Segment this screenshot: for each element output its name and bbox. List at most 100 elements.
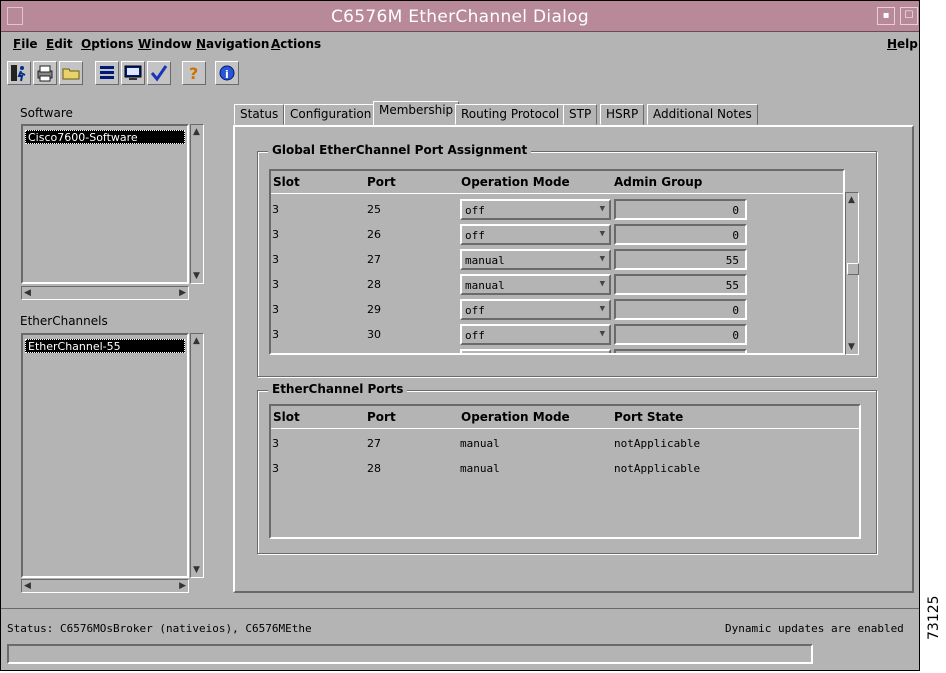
column-slot[interactable]: Slot	[273, 410, 300, 424]
operation-mode-dropdown[interactable]	[460, 349, 611, 353]
menu-bar: File Edit Options Window Navigation Acti…	[1, 32, 919, 56]
scroll-up-icon[interactable]: ▲	[193, 336, 200, 346]
column-port-state[interactable]: Port State	[614, 410, 683, 424]
dropdown-arrow-icon: ▼	[599, 254, 605, 264]
status-text: Status: C6576MOsBroker (nativeios), C657…	[7, 622, 312, 635]
menu-options[interactable]: Options	[81, 37, 134, 51]
scroll-right-icon[interactable]: ▶	[179, 581, 186, 591]
monitor-button[interactable]	[121, 61, 145, 85]
scroll-right-icon[interactable]: ▶	[179, 288, 186, 298]
column-operation-mode[interactable]: Operation Mode	[461, 175, 570, 189]
operation-mode-dropdown[interactable]: off ▼	[460, 324, 611, 345]
etherchannel-ports-table[interactable]: Slot Port Operation Mode Port State 3 27…	[269, 404, 861, 539]
etherchannels-label: EtherChannels	[20, 314, 108, 328]
operation-mode-cell: manual	[460, 462, 500, 475]
operation-mode-dropdown[interactable]: off ▼	[460, 224, 611, 245]
column-operation-mode[interactable]: Operation Mode	[461, 410, 570, 424]
help-icon: ?	[189, 64, 198, 83]
etherchannel-ports-group: EtherChannel Ports Slot Port Operation M…	[257, 382, 877, 554]
etherchannel-list-item[interactable]: EtherChannel-55	[25, 339, 185, 353]
operation-mode-dropdown[interactable]: off ▼	[460, 299, 611, 320]
scroll-left-icon[interactable]: ◀	[24, 288, 31, 298]
print-button[interactable]	[33, 61, 57, 85]
scroll-down-icon[interactable]: ▼	[848, 342, 855, 352]
open-button[interactable]	[59, 61, 83, 85]
port-cell: 28	[367, 462, 381, 475]
software-vertical-scrollbar[interactable]: ▲ ▼	[190, 124, 204, 284]
operation-mode-cell: manual	[460, 437, 500, 450]
column-port[interactable]: Port	[367, 175, 396, 189]
svg-text:i: i	[225, 68, 229, 81]
progress-bar	[7, 644, 813, 664]
admin-group-field[interactable]: 55	[614, 274, 747, 295]
column-port[interactable]: Port	[367, 410, 396, 424]
info-button[interactable]: i	[215, 61, 239, 85]
menu-actions[interactable]: Actions	[271, 37, 321, 51]
maximize-button[interactable]: ☐	[900, 7, 918, 25]
admin-group-field[interactable]: 0	[614, 224, 747, 245]
help-button[interactable]: ?	[182, 61, 206, 85]
scroll-thumb[interactable]	[847, 263, 859, 275]
scroll-down-icon[interactable]: ▼	[193, 565, 200, 575]
scroll-left-icon[interactable]: ◀	[24, 581, 31, 591]
etherchannels-list[interactable]: EtherChannel-55	[21, 333, 189, 578]
tab-additional-notes[interactable]: Additional Notes	[647, 104, 758, 125]
port-cell: 28	[367, 278, 381, 291]
status-bar: Status: C6576MOsBroker (nativeios), C657…	[1, 608, 919, 671]
operation-mode-dropdown[interactable]: manual ▼	[460, 274, 611, 295]
menu-file-label: ile	[21, 37, 38, 51]
column-slot[interactable]: Slot	[273, 175, 300, 189]
menu-window-label: indow	[151, 37, 192, 51]
operation-mode-dropdown[interactable]: manual ▼	[460, 249, 611, 270]
info-icon: i	[219, 65, 235, 81]
menu-help-label: elp	[897, 37, 918, 51]
menu-window[interactable]: Window	[138, 37, 192, 51]
menu-file[interactable]: File	[13, 37, 38, 51]
operation-mode-dropdown[interactable]: off ▼	[460, 199, 611, 220]
scroll-down-icon[interactable]: ▼	[193, 271, 200, 281]
menu-edit[interactable]: Edit	[46, 37, 73, 51]
scroll-up-icon[interactable]: ▲	[193, 127, 200, 137]
tab-stp[interactable]: STP	[563, 104, 598, 125]
menu-options-mnemonic: O	[81, 37, 92, 51]
port-cell: 27	[367, 437, 381, 450]
operation-mode-value: off	[465, 204, 485, 217]
software-list-item[interactable]: Cisco7600-Software	[25, 130, 185, 144]
global-assignment-table[interactable]: Slot Port Operation Mode Admin Group 3 2…	[269, 169, 845, 355]
tab-routing-protocol[interactable]: Routing Protocol	[455, 104, 566, 125]
admin-group-field[interactable]	[614, 349, 747, 353]
exit-button[interactable]	[7, 61, 31, 85]
title-bar[interactable]: C6576M EtherChannel Dialog ▪ ☐	[1, 1, 919, 32]
operation-mode-value: manual	[465, 279, 505, 292]
port-cell: 29	[367, 303, 381, 316]
admin-group-field[interactable]: 0	[614, 299, 747, 320]
scroll-up-icon[interactable]: ▲	[848, 195, 855, 205]
software-horizontal-scrollbar[interactable]: ◀ ▶	[21, 286, 189, 300]
menu-navigation[interactable]: Navigation	[196, 37, 269, 51]
admin-group-field[interactable]: 0	[614, 199, 747, 220]
minimize-button[interactable]: ▪	[877, 7, 895, 25]
column-admin-group[interactable]: Admin Group	[614, 175, 702, 189]
menu-edit-label: dit	[54, 37, 73, 51]
tab-membership[interactable]: Membership	[373, 101, 460, 126]
slot-cell: 3	[272, 228, 279, 241]
dropdown-arrow-icon: ▼	[599, 329, 605, 339]
admin-group-field[interactable]: 0	[614, 324, 747, 345]
menu-help[interactable]: Help	[887, 37, 918, 51]
etherchannels-horizontal-scrollbar[interactable]: ◀ ▶	[21, 579, 189, 593]
assignment-vertical-scrollbar[interactable]: ▲ ▼	[845, 192, 859, 355]
tab-status[interactable]: Status	[234, 104, 285, 125]
tab-configuration[interactable]: Configuration	[284, 104, 378, 125]
etherchannel-ports-title: EtherChannel Ports	[268, 382, 408, 396]
list-view-button[interactable]	[95, 61, 119, 85]
menu-actions-mnemonic: A	[271, 37, 281, 51]
tab-hsrp[interactable]: HSRP	[600, 104, 645, 125]
menu-help-mnemonic: H	[887, 37, 898, 51]
dropdown-arrow-icon: ▼	[599, 279, 605, 289]
dropdown-arrow-icon: ▼	[599, 204, 605, 214]
slot-cell: 3	[272, 278, 279, 291]
etherchannels-vertical-scrollbar[interactable]: ▲ ▼	[190, 333, 204, 578]
software-list[interactable]: Cisco7600-Software	[21, 124, 189, 284]
admin-group-field[interactable]: 55	[614, 249, 747, 270]
apply-button[interactable]	[147, 61, 171, 85]
